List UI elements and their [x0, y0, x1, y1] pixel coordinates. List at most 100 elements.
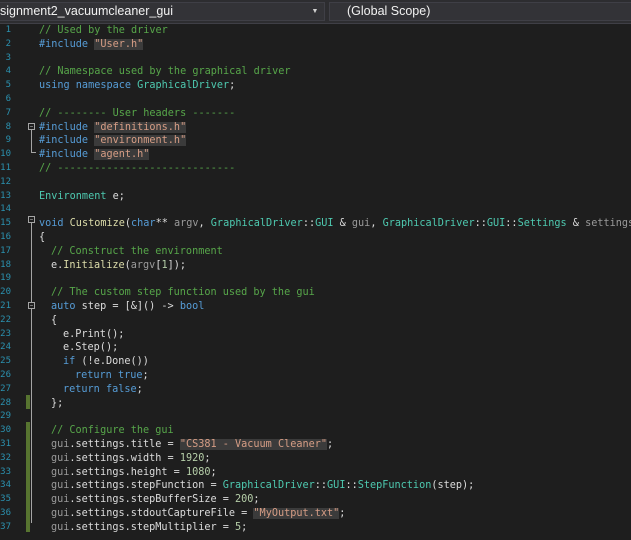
line-number: 28	[0, 397, 11, 408]
code-line: 1 // Used by the driver	[0, 24, 631, 38]
code-line: 33 gui.settings.height = 1080;	[0, 466, 631, 480]
type: GUI	[315, 218, 334, 230]
code-line: 25 if (!e.Done())	[0, 355, 631, 369]
keyword: return	[75, 370, 118, 381]
punct: ;	[136, 383, 143, 395]
string: "agent.h"	[94, 149, 150, 161]
comment: // Construct the environment	[51, 245, 223, 257]
chevron-down-icon[interactable]: ▼	[309, 3, 321, 20]
code-line: 5 using namespace GraphicalDriver;	[0, 79, 631, 93]
directive: #include	[39, 149, 95, 161]
punct: ;	[339, 508, 346, 519]
code-line: 3	[0, 52, 631, 66]
comment: // Used by the driver	[39, 25, 168, 36]
keyword: true	[117, 370, 143, 381]
parameter: settings	[585, 218, 631, 230]
punct: ::	[474, 218, 487, 230]
line-number: 8	[5, 121, 11, 132]
scope-combo[interactable]: (Global Scope)	[329, 2, 631, 21]
line-number: 24	[0, 342, 11, 353]
punct: );	[173, 259, 187, 271]
string: "CS381 - Vacuum Cleaner"	[179, 439, 328, 450]
identifier: step	[81, 301, 107, 312]
namespace: GraphicalDriver	[382, 218, 475, 230]
line-number: 4	[5, 66, 11, 77]
code-line: 27 return false;	[0, 383, 631, 397]
code-line: 21 auto step = [&]() -> bool	[0, 300, 631, 314]
code-line: 20 // The custom step function used by t…	[0, 286, 631, 300]
line-number: 21	[0, 301, 11, 311]
code-line: 13 Environment e;	[0, 190, 631, 204]
parameter: gui	[351, 218, 371, 230]
string: "MyOutput.txt"	[253, 508, 340, 519]
code-line: 6	[0, 93, 631, 107]
code-line: 29	[0, 410, 631, 424]
code-line: 2 #include "User.h"	[0, 38, 631, 52]
code-line: 22 {	[0, 314, 631, 328]
identifier: gui	[51, 480, 70, 492]
brace: {	[51, 314, 58, 326]
line-number: 31	[0, 439, 11, 449]
code-line: 18 e.Initialize(argv[1]);	[0, 259, 631, 273]
number: 1080	[185, 466, 211, 478]
line-number: 22	[0, 314, 11, 325]
member: .settings.stdoutCaptureFile =	[69, 508, 254, 519]
comment: // -----------------------------	[39, 163, 236, 174]
line-number: 32	[0, 452, 11, 463]
member: .settings.height =	[69, 466, 186, 478]
punct: &	[566, 218, 586, 230]
navigation-bar: signment2_vacuumcleaner_gui ▼ (Global Sc…	[0, 0, 631, 24]
punct: **	[155, 218, 174, 230]
line-number: 37	[0, 521, 11, 532]
line-number: 7	[5, 107, 11, 118]
punct: ,	[198, 218, 211, 230]
line-number: 20	[0, 287, 11, 298]
punct: &	[333, 218, 352, 230]
line-number: 5	[5, 80, 11, 91]
line-number: 13	[0, 190, 11, 201]
code-line: 26 return true;	[0, 369, 631, 383]
punct: ::	[345, 480, 358, 492]
member: .settings.stepBufferSize =	[69, 494, 236, 506]
type: GUI	[327, 480, 346, 492]
code-line: 30 // Configure the gui	[0, 424, 631, 438]
member: .settings.stepFunction =	[69, 480, 223, 492]
line-number: 10	[0, 149, 11, 160]
line-number: 16	[0, 232, 11, 242]
code-line: 31 gui.settings.title = "CS381 - Vacuum …	[0, 438, 631, 452]
code-line: 4 // Namespace used by the graphical dri…	[0, 65, 631, 79]
code-line: 34 gui.settings.stepFunction = Graphical…	[0, 479, 631, 493]
call: .Print();	[69, 328, 125, 340]
line-number: 33	[0, 466, 11, 477]
identifier: e;	[106, 190, 125, 202]
code-line: 23 e.Print();	[0, 328, 631, 342]
keyword: using namespace	[39, 80, 138, 92]
comment: // Configure the gui	[51, 425, 174, 437]
call: .Done())	[99, 356, 149, 368]
parameter: argv	[173, 218, 199, 230]
code-line: 16 {	[0, 231, 631, 245]
code-line: 9 #include "environment.h"	[0, 134, 631, 148]
punct: ::	[314, 480, 328, 492]
code-line: 14	[0, 203, 631, 217]
comment: // The custom step function used by the …	[51, 287, 315, 299]
code-line: 35 gui.settings.stepBufferSize = 200;	[0, 493, 631, 507]
file-combo-label: signment2_vacuumcleaner_gui	[0, 4, 174, 18]
number: 200	[235, 494, 254, 506]
string: "environment.h"	[94, 135, 187, 147]
line-number: 26	[0, 370, 11, 380]
function-name: Initialize	[63, 259, 125, 271]
file-combo[interactable]: signment2_vacuumcleaner_gui ▼	[0, 2, 325, 21]
code-line: 32 gui.settings.width = 1920;	[0, 452, 631, 466]
punct: );	[462, 480, 475, 492]
scope-combo-label: (Global Scope)	[347, 4, 431, 18]
function-name: Customize	[69, 218, 125, 230]
code-editor[interactable]: – – – 1 // Used by the driver 2 #include…	[0, 24, 631, 540]
line-number: 3	[5, 52, 11, 63]
line-number: 6	[5, 94, 11, 104]
number: 1920	[179, 452, 205, 464]
line-number: 34	[0, 480, 11, 491]
punct: ::	[505, 218, 518, 230]
line-number: 11	[0, 163, 11, 173]
type: Environment	[39, 190, 107, 202]
